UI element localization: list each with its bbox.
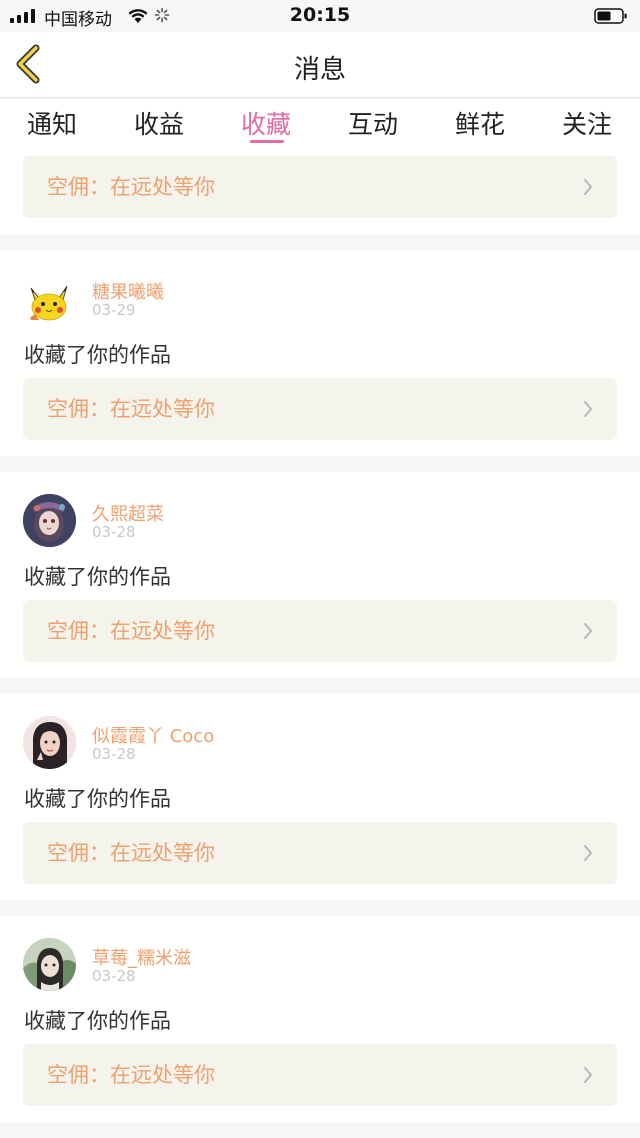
date: 03-28 [92, 523, 136, 541]
tab-follows[interactable]: 关注 [542, 105, 632, 141]
date: 03-28 [92, 745, 136, 763]
header: 消息 [0, 32, 640, 98]
active-tab-indicator [250, 140, 284, 143]
work-link[interactable]: 空佣：在远处等你 [23, 156, 617, 218]
action-text: 收藏了你的作品 [24, 343, 171, 367]
action-text: 收藏了你的作品 [24, 565, 171, 589]
tab-flowers[interactable]: 鲜花 [435, 105, 525, 141]
work-link[interactable]: 空佣：在远处等你 [23, 822, 617, 884]
tab-bar: 通知 收益 收藏 互动 鲜花 关注 [0, 99, 640, 150]
anime-character-avatar[interactable] [23, 938, 76, 991]
chevron-right-icon [584, 179, 592, 195]
list-item: 糖果曦曦 03-29 收藏了你的作品 空佣：在远处等你 [0, 250, 640, 456]
chevron-right-icon [584, 401, 592, 417]
work-link[interactable]: 空佣：在远处等你 [23, 1044, 617, 1106]
work-title: 空佣：在远处等你 [47, 397, 215, 421]
action-text: 收藏了你的作品 [24, 1009, 171, 1033]
list-item: 似霞霞丫 Coco 03-28 收藏了你的作品 空佣：在远处等你 [0, 694, 640, 900]
work-link[interactable]: 空佣：在远处等你 [23, 600, 617, 662]
chevron-right-icon [584, 845, 592, 861]
work-link[interactable]: 空佣：在远处等你 [23, 378, 617, 440]
list-item: 久熙超菜 03-28 收藏了你的作品 空佣：在远处等你 [0, 472, 640, 678]
pikachu-avatar[interactable] [23, 274, 76, 327]
chevron-right-icon [584, 1067, 592, 1083]
date: 03-28 [92, 967, 136, 985]
list-item: 空佣：在远处等你 [0, 150, 640, 234]
work-title: 空佣：在远处等你 [47, 1063, 215, 1087]
tab-notifications[interactable]: 通知 [7, 105, 97, 141]
work-title: 空佣：在远处等你 [47, 175, 215, 199]
page-title: 消息 [293, 55, 346, 85]
selfie-avatar[interactable] [23, 716, 76, 769]
tab-favorites[interactable]: 收藏 [221, 105, 311, 141]
notification-list[interactable]: 空佣：在远处等你 糖果曦曦 03-29 收藏了你的作品 空佣：在远处等你 久熙超… [0, 150, 640, 1138]
battery-icon [594, 8, 627, 24]
chevron-right-icon [584, 623, 592, 639]
work-title: 空佣：在远处等你 [47, 619, 215, 643]
tab-interactions[interactable]: 互动 [328, 105, 418, 141]
anime-girl-avatar[interactable] [23, 494, 76, 547]
status-time: 20:15 [289, 4, 351, 26]
status-bar: 中国移动 20:15 [0, 0, 640, 32]
action-text: 收藏了你的作品 [24, 787, 171, 811]
tab-earnings[interactable]: 收益 [114, 105, 204, 141]
list-item: 草莓_糯米滋 03-28 收藏了你的作品 空佣：在远处等你 [0, 916, 640, 1122]
date: 03-29 [92, 301, 136, 319]
work-title: 空佣：在远处等你 [47, 841, 215, 865]
